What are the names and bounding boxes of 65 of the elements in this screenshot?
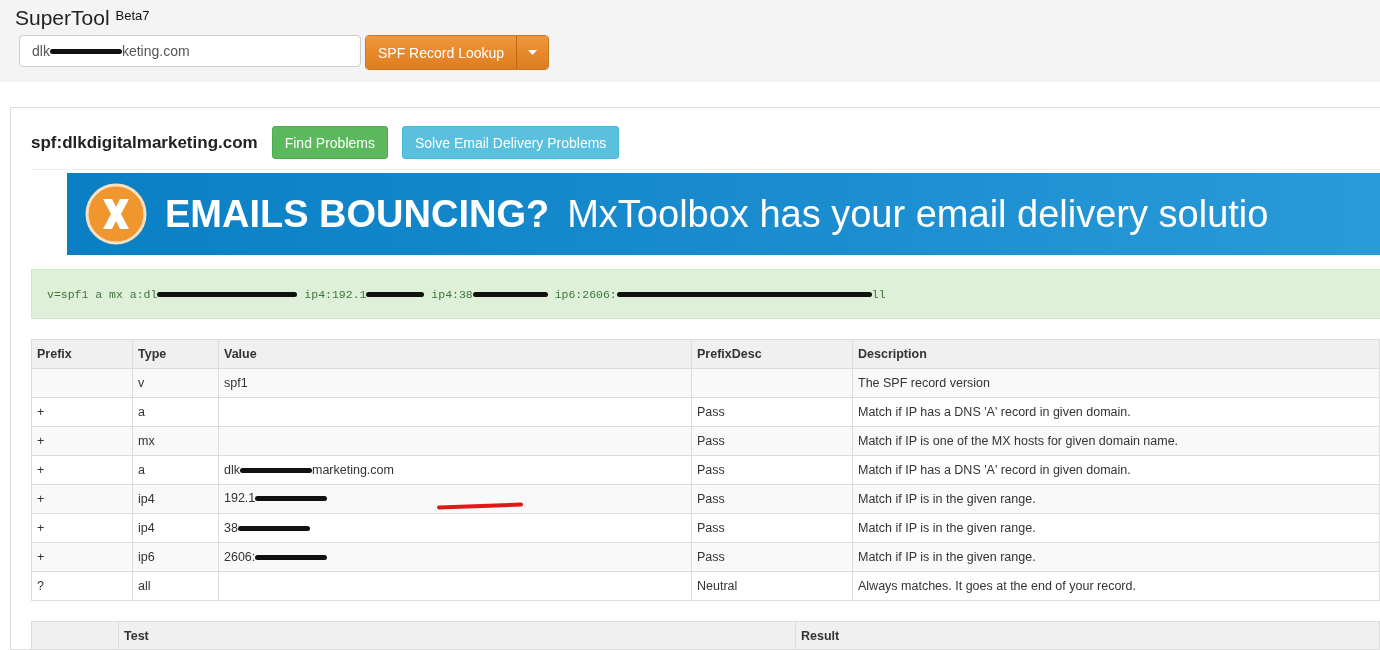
table-cell: Match if IP has a DNS 'A' record in given domain.	[852, 455, 1380, 485]
table-cell: ip4	[132, 513, 219, 543]
value-text: spf1	[224, 376, 248, 390]
column-header: Type	[132, 339, 219, 369]
table-cell: ip6	[132, 542, 219, 572]
ad-banner[interactable]: EMAILS BOUNCING? MxToolbox has your email delivery solutio	[67, 173, 1380, 255]
table-cell: +	[31, 513, 133, 543]
table-cell: Always matches. It goes at the end of your record.	[852, 571, 1380, 601]
x-logo-icon	[85, 183, 147, 245]
app-title: SuperTool	[15, 6, 110, 30]
caret-icon	[528, 50, 538, 55]
column-header: Prefix	[31, 339, 133, 369]
table-cell: +	[31, 455, 133, 485]
banner-tagline: MxToolbox has your email delivery solutio	[567, 192, 1269, 236]
table-cell: Match if IP is in the given range.	[852, 513, 1380, 543]
table-cell: The SPF record version	[852, 368, 1380, 398]
table-cell: all	[132, 571, 219, 601]
table-cell: ip4	[132, 484, 219, 514]
table-cell: Pass	[691, 542, 853, 572]
table-cell: Pass	[691, 484, 853, 514]
value-text: dlk	[32, 43, 50, 59]
redaction-mark	[240, 468, 312, 474]
record-title: spf:dlkdigitalmarketing.com	[31, 132, 258, 153]
action-button[interactable]: Find Problems	[271, 126, 388, 159]
redaction-mark	[366, 291, 425, 297]
value-text: ip4:38	[430, 287, 473, 301]
column-header: Result	[795, 621, 1380, 649]
table-cell: Pass	[691, 513, 853, 543]
value-text: ip4:192.1	[303, 287, 367, 301]
value-text: marketing.com	[312, 463, 394, 477]
table-cell: v	[132, 368, 219, 398]
table-cell: +	[31, 397, 133, 427]
banner-headline: EMAILS BOUNCING?	[165, 192, 550, 236]
table-cell: Match if IP is one of the MX hosts for given domain name.	[852, 426, 1380, 456]
table-cell: ?	[31, 571, 133, 601]
action-button[interactable]: Solve Email Delivery Problems	[401, 126, 620, 159]
value-text: v=spf1 a mx a:dl	[47, 287, 158, 301]
value-text: keting.com	[121, 43, 190, 59]
table-cell: a	[132, 397, 219, 427]
table-cell: Match if IP is in the given range.	[852, 484, 1380, 514]
column-header: Description	[852, 339, 1380, 369]
value-text: ll	[871, 287, 886, 301]
table-cell: mx	[132, 426, 219, 456]
lookup-button[interactable]: SPF Record Lookup	[366, 36, 517, 69]
table-cell: Pass	[691, 455, 853, 485]
column-header: PrefixDesc	[691, 339, 853, 369]
dropdown-button[interactable]	[516, 36, 549, 69]
table-cell: Neutral	[691, 571, 853, 601]
domain-input[interactable]: dlk keting.com	[19, 35, 361, 67]
table-cell: Pass	[691, 397, 853, 427]
column-header: Value	[218, 339, 692, 369]
table-cell: a	[132, 455, 219, 485]
table-cell: Pass	[691, 426, 853, 456]
value-text: 38	[224, 521, 238, 535]
value-text: 192.1	[224, 490, 256, 505]
value-text: dlk	[224, 463, 240, 477]
version-label: Beta7	[115, 8, 150, 23]
table-cell: +	[31, 426, 133, 456]
value-text: ip6:2606:	[553, 287, 617, 301]
column-header: Test	[118, 621, 796, 649]
value-text: 2606:	[224, 550, 256, 564]
table-cell: Match if IP has a DNS 'A' record in given domain.	[852, 397, 1380, 427]
table-cell: +	[31, 542, 133, 572]
table-cell: Match if IP is in the given range.	[852, 542, 1380, 572]
table-cell: +	[31, 484, 133, 514]
